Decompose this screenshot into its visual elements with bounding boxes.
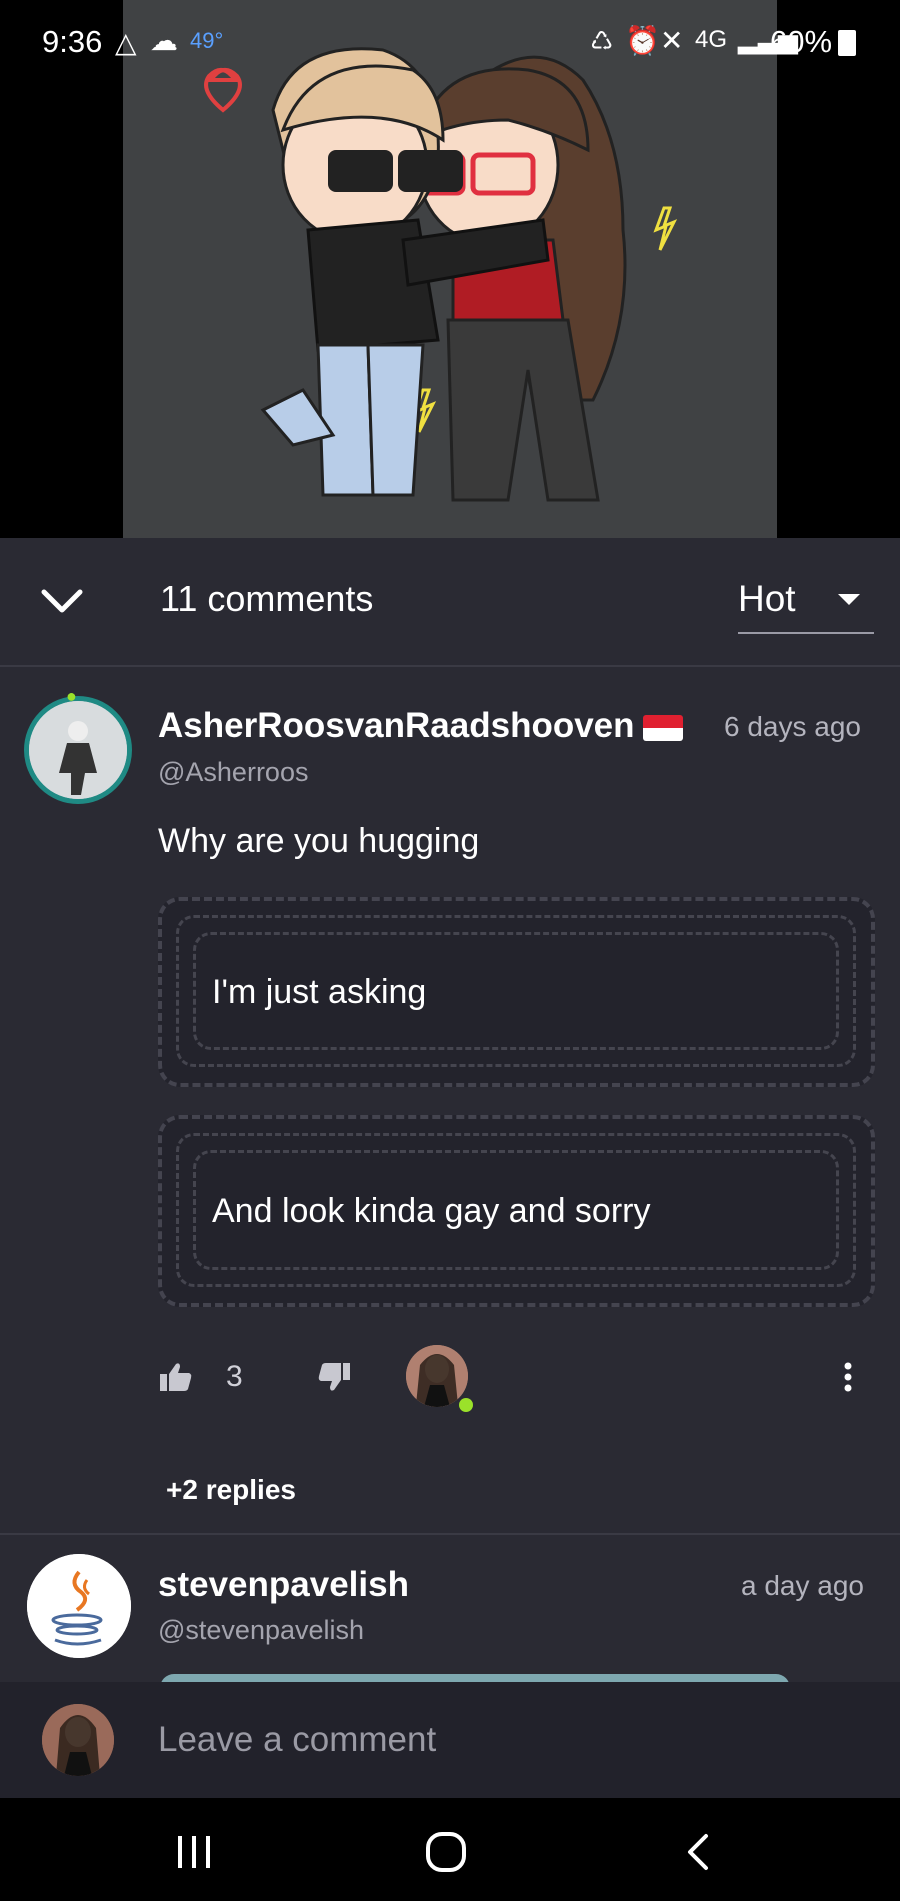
back-icon[interactable] [682, 1832, 714, 1872]
heart-reaction-icon [459, 1398, 473, 1412]
java-logo-icon [27, 1554, 131, 1658]
comment-author[interactable]: stevenpavelish [158, 1565, 409, 1605]
battery-icon [838, 30, 856, 56]
indonesia-flag-icon [642, 714, 683, 741]
signal-4g-icon: 4G [695, 26, 728, 53]
status-temperature: 49° [190, 28, 224, 53]
home-icon[interactable] [424, 1830, 468, 1874]
bubble-frame-inner: I'm just asking [193, 932, 839, 1050]
frog-badge-icon: ● [66, 686, 77, 706]
sort-value: Hot [738, 578, 796, 619]
bubble-frame: And look kinda gay and sorry [176, 1133, 856, 1287]
drive-icon: △ [115, 27, 137, 58]
more-options-button[interactable] [842, 1362, 854, 1392]
comment-input[interactable] [158, 1715, 858, 1765]
comment-handle[interactable]: @stevenpavelish [158, 1615, 364, 1646]
comment-count: 11 comments [160, 578, 374, 619]
chevron-down-icon [41, 589, 83, 613]
comment-author[interactable]: AsherRoosvanRaadshooven [158, 706, 683, 746]
comment-text: Why are you hugging [158, 822, 480, 860]
liker-avatar[interactable] [406, 1345, 468, 1407]
divider [0, 1533, 900, 1535]
mute-icon: ✕ [660, 25, 684, 56]
avatar[interactable] [24, 696, 132, 804]
navigation-bar [0, 1798, 900, 1901]
sort-dropdown[interactable]: Hot [738, 570, 874, 634]
post-image[interactable] [123, 0, 777, 538]
reply-bubble: I'm just asking [158, 897, 875, 1087]
status-time: 9:36 [42, 24, 103, 59]
alarm-icon: ⏰ [625, 25, 660, 56]
comment-author-name: AsherRoosvanRaadshooven [158, 706, 635, 745]
current-user-avatar [42, 1704, 114, 1776]
collapse-comments-button[interactable] [38, 572, 86, 632]
like-count: 3 [226, 1360, 243, 1393]
avatar[interactable] [27, 1554, 131, 1658]
bubble-text: I'm just asking [212, 973, 427, 1011]
thumbs-down-icon [318, 1363, 350, 1391]
recent-apps-icon[interactable] [174, 1832, 214, 1872]
post-image-frame [0, 0, 900, 538]
cloud-icon: ☁ [150, 25, 178, 56]
user-photo [42, 1704, 114, 1776]
like-button[interactable] [160, 1362, 192, 1392]
dislike-button[interactable] [318, 1362, 350, 1392]
comment-timestamp: a day ago [741, 1570, 864, 1601]
user-photo [29, 701, 127, 799]
gacha-characters-illustration [204, 47, 678, 502]
comment-handle[interactable]: @Asherroos [158, 757, 308, 788]
thumbs-up-icon [160, 1363, 192, 1391]
status-battery: 60% [770, 24, 833, 59]
reply-bubble: And look kinda gay and sorry [158, 1115, 875, 1307]
user-photo [406, 1345, 468, 1407]
battery-saver-icon: ♺ [590, 26, 614, 56]
bubble-frame: I'm just asking [176, 915, 856, 1067]
bubble-frame-inner: And look kinda gay and sorry [193, 1150, 839, 1270]
caret-down-icon [838, 594, 860, 605]
view-replies-link[interactable]: +2 replies [166, 1474, 296, 1506]
comment-timestamp: 6 days ago [724, 711, 861, 742]
status-bar: 9:36 △ ☁ 49° ♺ ⏰ ✕ 4G ▂▃▅ 60% [0, 0, 900, 80]
more-vertical-icon [844, 1362, 852, 1392]
bubble-text: And look kinda gay and sorry [212, 1192, 651, 1230]
